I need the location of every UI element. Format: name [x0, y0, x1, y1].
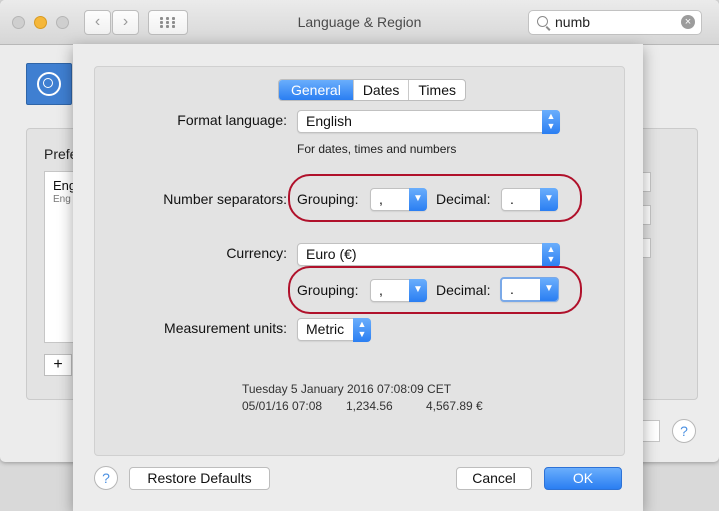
clear-search-icon[interactable]: ×	[681, 15, 695, 29]
background-field	[640, 420, 660, 442]
help-button[interactable]: ?	[672, 419, 696, 443]
title-bar: ‹ › Language & Region numb ×	[0, 0, 719, 45]
tab-dates[interactable]: Dates	[352, 80, 409, 100]
number-separators-label: Number separators:	[163, 191, 287, 207]
preview-currency: 4,567.89 €	[426, 399, 483, 413]
measurement-units-value: Metric	[306, 321, 345, 337]
help-button[interactable]: ?	[94, 466, 118, 490]
up-down-arrows-icon: ▲ ▼	[542, 110, 560, 134]
preview-number: 1,234.56	[346, 399, 393, 413]
highlight-oval	[288, 266, 582, 314]
up-down-arrows-icon: ▲ ▼	[353, 318, 371, 342]
highlight-oval	[288, 174, 582, 222]
up-down-arrows-icon: ▲ ▼	[542, 243, 560, 267]
measurement-units-label: Measurement units:	[164, 320, 287, 336]
search-field[interactable]: numb ×	[528, 10, 702, 35]
tab-general[interactable]: General	[279, 80, 353, 100]
cancel-button[interactable]: Cancel	[456, 467, 532, 490]
currency-label: Currency:	[226, 245, 287, 261]
search-input[interactable]: numb	[555, 14, 590, 30]
ok-button[interactable]: OK	[544, 467, 622, 490]
search-icon	[537, 16, 548, 27]
format-language-value: English	[306, 113, 352, 129]
restore-defaults-button[interactable]: Restore Defaults	[129, 467, 270, 490]
format-language-note: For dates, times and numbers	[297, 142, 457, 156]
format-language-select[interactable]: English ▲ ▼	[297, 110, 560, 134]
measurement-units-select[interactable]: Metric ▲ ▼	[297, 318, 371, 342]
format-language-label: Format language:	[177, 112, 287, 128]
un-flag-icon	[26, 63, 72, 105]
preview-short-date: 05/01/16 07:08	[242, 399, 323, 413]
settings-content-panel: General Dates Times Format language: Eng…	[94, 66, 625, 456]
currency-value: Euro (€)	[306, 246, 357, 262]
preview-long-date: Tuesday 5 January 2016 07:08:09 CET	[242, 382, 452, 396]
tab-bar: General Dates Times	[278, 79, 466, 101]
currency-select[interactable]: Euro (€) ▲ ▼	[297, 243, 560, 267]
tab-times[interactable]: Times	[408, 80, 465, 100]
advanced-settings-sheet: General Dates Times Format language: Eng…	[73, 44, 643, 511]
list-item-subtitle: Eng	[53, 194, 71, 205]
add-language-button[interactable]: +	[44, 354, 72, 376]
